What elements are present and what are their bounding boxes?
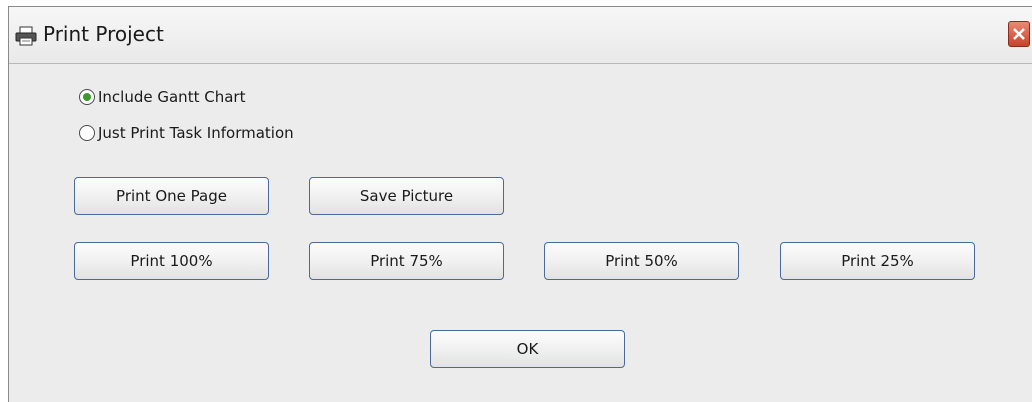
print-100-button[interactable]: Print 100%: [74, 242, 269, 280]
option-label: Include Gantt Chart: [98, 88, 246, 106]
print-one-page-button[interactable]: Print One Page: [74, 177, 269, 215]
option-include-gantt-chart[interactable]: Include Gantt Chart: [79, 85, 245, 109]
radio-button-unselected[interactable]: [79, 125, 95, 141]
print-project-dialog: Print Project Include Gantt Chart Just P…: [8, 6, 1032, 402]
printer-icon: [15, 26, 37, 46]
print-25-button[interactable]: Print 25%: [780, 242, 975, 280]
ok-button[interactable]: OK: [430, 330, 625, 368]
option-just-print-task-information[interactable]: Just Print Task Information: [79, 121, 294, 145]
print-50-button[interactable]: Print 50%: [544, 242, 739, 280]
option-label: Just Print Task Information: [98, 124, 294, 142]
radio-button-selected[interactable]: [79, 89, 95, 105]
save-picture-button[interactable]: Save Picture: [309, 177, 504, 215]
close-button[interactable]: [1008, 21, 1030, 47]
title-bar: Print Project: [9, 7, 1032, 64]
window-title: Print Project: [43, 22, 164, 46]
close-icon: [1013, 28, 1025, 40]
print-75-button[interactable]: Print 75%: [309, 242, 504, 280]
